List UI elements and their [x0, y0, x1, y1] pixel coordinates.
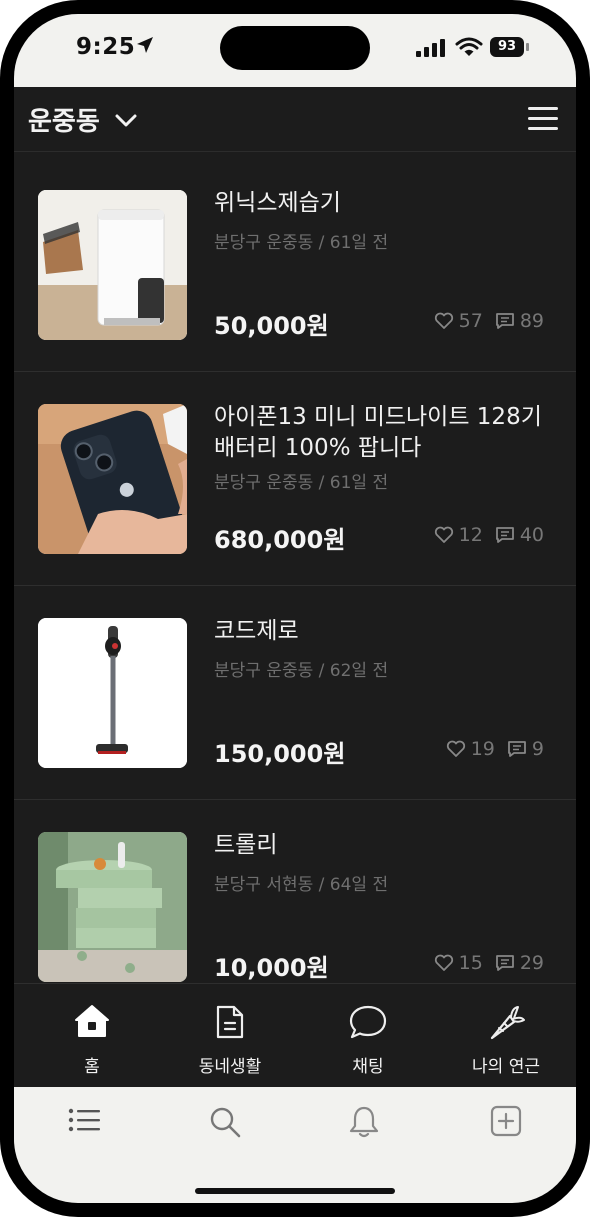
home-indicator: [195, 1188, 395, 1194]
hamburger-menu-icon[interactable]: [528, 107, 558, 131]
product-meta: 분당구 운중동 / 61일 전: [214, 233, 389, 253]
product-meta: 분당구 운중동 / 62일 전: [214, 661, 389, 681]
status-time: 9:25: [76, 34, 136, 60]
battery-tip: [526, 43, 529, 51]
heart-icon: [434, 954, 453, 971]
product-meta: 분당구 서현동 / 64일 전: [214, 875, 389, 895]
like-count: 12: [458, 524, 483, 546]
signal-icon: [416, 39, 445, 57]
product-stats: 19 9: [446, 738, 544, 760]
product-thumbnail: [38, 832, 187, 982]
tab-neighborhood[interactable]: 동네생활: [160, 984, 300, 1088]
dehumidifier-image: [38, 190, 187, 340]
tab-chat[interactable]: 채팅: [298, 984, 438, 1088]
status-bar: 9:25 93: [14, 14, 576, 87]
product-price: 680,000원: [214, 526, 346, 554]
comment-icon: [508, 741, 526, 757]
like-count: 19: [470, 738, 495, 760]
heart-icon: [446, 740, 465, 757]
tab-label: 홈: [84, 1057, 100, 1077]
stick-vacuum-image: [38, 618, 187, 768]
phone-frame: 9:25 93 운중동 위닉스제습기 분당구 운중동 / 61일 전 50,00…: [0, 0, 590, 1217]
heart-icon: [434, 526, 453, 543]
comment-icon: [495, 313, 514, 329]
product-title: 코드제로: [214, 618, 299, 644]
comment-icon: [495, 955, 514, 971]
like-count: 57: [458, 310, 483, 332]
bell-icon[interactable]: [348, 1105, 380, 1139]
list-item[interactable]: 아이폰13 미니 미드나이트 128기 배터리 100% 팝니다 분당구 운중동…: [14, 372, 576, 586]
product-title: 위닉스제습기: [214, 190, 341, 216]
comment-icon: [495, 527, 514, 543]
product-title: 트롤리: [214, 832, 278, 858]
product-price: 50,000원: [214, 312, 329, 340]
product-list: 위닉스제습기 분당구 운중동 / 61일 전 50,000원 57 89 아이폰…: [14, 158, 576, 983]
add-square-icon[interactable]: [490, 1105, 522, 1137]
list-icon[interactable]: [68, 1105, 102, 1135]
like-count: 15: [458, 952, 483, 974]
chat-bubble-icon: [349, 1005, 387, 1039]
tab-my-profile[interactable]: 나의 연근: [436, 984, 576, 1088]
list-item[interactable]: 트롤리 분당구 서현동 / 64일 전 10,000원 15 29: [14, 800, 576, 983]
comment-count: 40: [519, 524, 544, 546]
product-title: 아이폰13 미니 미드나이트 128기 배터리 100% 팝니다: [214, 404, 542, 461]
home-icon: [75, 1005, 109, 1037]
chevron-down-icon: [115, 114, 137, 127]
location-arrow-icon: [137, 37, 153, 53]
product-stats: 57 89: [434, 310, 544, 332]
product-thumbnail: [38, 190, 187, 340]
carrot-icon: [490, 1006, 525, 1040]
product-stats: 15 29: [434, 952, 544, 974]
tab-label: 나의 연근: [472, 1057, 540, 1077]
iphone-image: [38, 404, 187, 554]
product-thumbnail: [38, 618, 187, 768]
document-icon: [216, 1005, 244, 1039]
comment-count: 89: [519, 310, 544, 332]
app-header: 운중동: [14, 87, 576, 152]
heart-icon: [434, 312, 453, 329]
wifi-icon: [455, 37, 483, 56]
product-price: 10,000원: [214, 954, 329, 982]
tab-label: 동네생활: [198, 1057, 262, 1077]
comment-count: 9: [531, 738, 544, 760]
battery-indicator: 93: [490, 37, 524, 57]
trolley-image: [38, 832, 187, 982]
bottom-tab-bar: 홈 동네생활 채팅 나의 연근: [14, 983, 576, 1087]
bottom-toolbar: [14, 1087, 576, 1203]
location-name: 운중동: [28, 106, 100, 137]
tab-home[interactable]: 홈: [22, 984, 162, 1088]
list-item[interactable]: 코드제로 분당구 운중동 / 62일 전 150,000원 19 9: [14, 586, 576, 800]
screen: 9:25 93 운중동 위닉스제습기 분당구 운중동 / 61일 전 50,00…: [14, 14, 576, 1203]
product-thumbnail: [38, 404, 187, 554]
location-selector[interactable]: 운중동: [28, 97, 138, 141]
product-stats: 12 40: [434, 524, 544, 546]
product-meta: 분당구 운중동 / 61일 전: [214, 473, 389, 493]
tab-label: 채팅: [352, 1057, 384, 1077]
list-item[interactable]: 위닉스제습기 분당구 운중동 / 61일 전 50,000원 57 89: [14, 158, 576, 372]
dynamic-island: [220, 26, 370, 70]
search-icon[interactable]: [208, 1105, 242, 1139]
product-price: 150,000원: [214, 740, 346, 768]
comment-count: 29: [519, 952, 544, 974]
